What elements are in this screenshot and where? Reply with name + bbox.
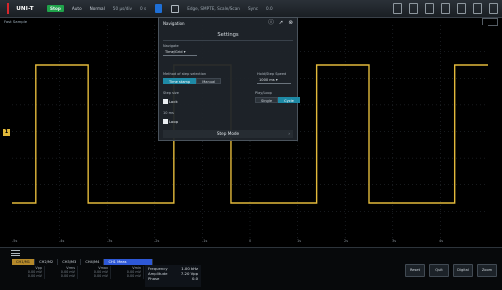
- readout-column: Vmin 0.00 mV 0.00 mV: [111, 266, 144, 279]
- reset-button[interactable]: Reset: [405, 264, 425, 277]
- readout-column: Vmax 0.00 mV 0.00 mV: [78, 266, 111, 279]
- help-icon[interactable]: ⓘ: [268, 20, 274, 26]
- readout-value: 0.00 mV: [126, 274, 141, 279]
- readout-column: Vrms 0.00 mV 0.00 mV: [45, 266, 78, 279]
- navigation-dialog: Navigation ⓘ ➚ ⊗ Settings Navigate Time/…: [158, 17, 300, 141]
- trigger-icon[interactable]: [171, 4, 180, 13]
- time-tick: -4s: [59, 239, 65, 243]
- top-toolbar: UNI-T Stop Auto Normal 50 μs/div 0 s Edg…: [0, 0, 502, 18]
- checkbox-icon: [163, 118, 168, 124]
- brand-logo: UNI-T: [7, 3, 39, 14]
- playback-label: Play/Loop: [255, 91, 272, 95]
- run-stop-button[interactable]: Stop: [47, 5, 64, 12]
- step-mode-label: Step Mode: [216, 131, 240, 136]
- measurement-row: Phase 0.0: [148, 276, 198, 281]
- measurement-box[interactable]: Frequency 1.00 kHz Amplitude 7.20 Vpp Ph…: [145, 265, 201, 287]
- bottom-panel: CH1/M1 CH2/M2 CH3/M3 CH4/M4 CH1 Meas Vpp…: [0, 247, 502, 290]
- time-tick: 1s: [297, 239, 302, 243]
- readout-value: 0.00 mV: [27, 274, 42, 279]
- trigger-readout[interactable]: Edge, SMPTE, Scale/Scan: [187, 6, 240, 11]
- display-icon[interactable]: [457, 3, 466, 14]
- math-icon[interactable]: [425, 3, 434, 14]
- cursor-icon[interactable]: [393, 3, 402, 14]
- interval-dropdown[interactable]: 1000 ms ▾: [257, 77, 291, 84]
- dialog-header-icons: ⓘ ➚ ⊗: [268, 20, 293, 26]
- utility-icon[interactable]: [473, 3, 482, 14]
- navigate-dropdown[interactable]: Time/Grid ▾: [163, 49, 197, 56]
- playback-segmented-control[interactable]: Single Cycle: [255, 97, 300, 103]
- quit-button[interactable]: Quit: [429, 264, 449, 277]
- navigate-label: Navigate: [163, 44, 179, 48]
- checkbox-icon: [163, 98, 168, 104]
- time-tick: 2s: [344, 239, 349, 243]
- stepsize-value-label: 10 ms: [163, 111, 174, 115]
- time-tick: 0: [249, 239, 252, 243]
- pin-icon[interactable]: ➚: [279, 20, 284, 26]
- time-tick: 3s: [392, 239, 397, 243]
- trigger-mode-auto[interactable]: Auto: [72, 6, 82, 11]
- vertical-scale-ticks: [491, 30, 499, 230]
- method-label: Method of step selection: [163, 72, 207, 76]
- measure-icon[interactable]: [409, 3, 418, 14]
- loop-checkbox[interactable]: Loop: [163, 118, 178, 124]
- readout-value: 0.00 mV: [93, 274, 108, 279]
- zoom-button[interactable]: Zoom: [477, 264, 497, 277]
- trigger-mode-normal[interactable]: Normal: [90, 6, 105, 11]
- measurement-key: Phase: [148, 276, 160, 281]
- method-segmented-control[interactable]: Time stamp Manual: [163, 78, 222, 84]
- dialog-divider: [163, 40, 293, 41]
- close-icon[interactable]: ⊗: [288, 20, 293, 26]
- settings-heading: Settings: [217, 32, 239, 38]
- interval-label: Hold/Step Speed: [257, 72, 287, 76]
- lock-checkbox[interactable]: Lock: [163, 98, 178, 104]
- chevron-right-icon: ›: [288, 131, 290, 136]
- acquisition-label: Fast Sample: [4, 19, 28, 24]
- time-tick: 4s: [439, 239, 444, 243]
- time-tick: -2s: [154, 239, 160, 243]
- ch1-offset-marker[interactable]: 1: [3, 129, 10, 136]
- menu-icon[interactable]: [11, 250, 20, 256]
- timebase-readout[interactable]: 50 μs/div: [113, 6, 132, 11]
- channel-tabs: CH1/M1 CH2/M2 CH3/M3 CH4/M4 CH1 Meas: [12, 259, 154, 265]
- measurement-value: 0.0: [191, 276, 198, 281]
- tab-ch3[interactable]: CH3/M3: [58, 259, 82, 265]
- tab-ch1[interactable]: CH1/M1: [12, 259, 36, 265]
- time-axis-ticks: -5s -4s -3s -2s -1s 0 1s 2s 3s 4s: [12, 239, 488, 246]
- loop-label: Loop: [169, 118, 179, 124]
- trigger-source[interactable]: Sync: [248, 6, 258, 11]
- time-tick: -3s: [107, 239, 113, 243]
- channel-indicator-icon[interactable]: [155, 4, 163, 13]
- softkey-buttons: Reset Quit Digital Zoom: [405, 264, 497, 277]
- playback-option-cycle[interactable]: Cycle: [278, 97, 300, 103]
- stepsize-label: Step size: [163, 91, 179, 95]
- channel-readouts: Vpp 0.00 mV 0.00 mV Vrms 0.00 mV 0.00 mV…: [12, 266, 144, 279]
- dialog-title: Navigation: [163, 21, 185, 26]
- playback-option-single[interactable]: Single: [255, 97, 279, 103]
- toolbar-icons: [393, 3, 498, 14]
- digital-button[interactable]: Digital: [453, 264, 473, 277]
- step-mode-button[interactable]: Step Mode ›: [163, 130, 293, 138]
- navigate-value: Time/Grid: [165, 50, 183, 54]
- trigger-level[interactable]: 0.0: [266, 6, 273, 11]
- time-offset-readout[interactable]: 0 s: [140, 6, 146, 11]
- method-option-manual[interactable]: Manual: [196, 78, 222, 84]
- time-tick: -5s: [12, 239, 18, 243]
- interval-value: 1000 ms: [259, 78, 275, 82]
- lock-label: Lock: [169, 98, 178, 104]
- save-icon[interactable]: [441, 3, 450, 14]
- tab-ch4[interactable]: CH4/M4: [81, 259, 105, 265]
- method-option-timestamp[interactable]: Time stamp: [163, 78, 197, 84]
- time-tick: -1s: [202, 239, 208, 243]
- readout-value: 0.00 mV: [60, 274, 75, 279]
- tab-ch2[interactable]: CH2/M2: [35, 259, 59, 265]
- help-icon[interactable]: [489, 3, 498, 14]
- readout-column: Vpp 0.00 mV 0.00 mV: [12, 266, 45, 279]
